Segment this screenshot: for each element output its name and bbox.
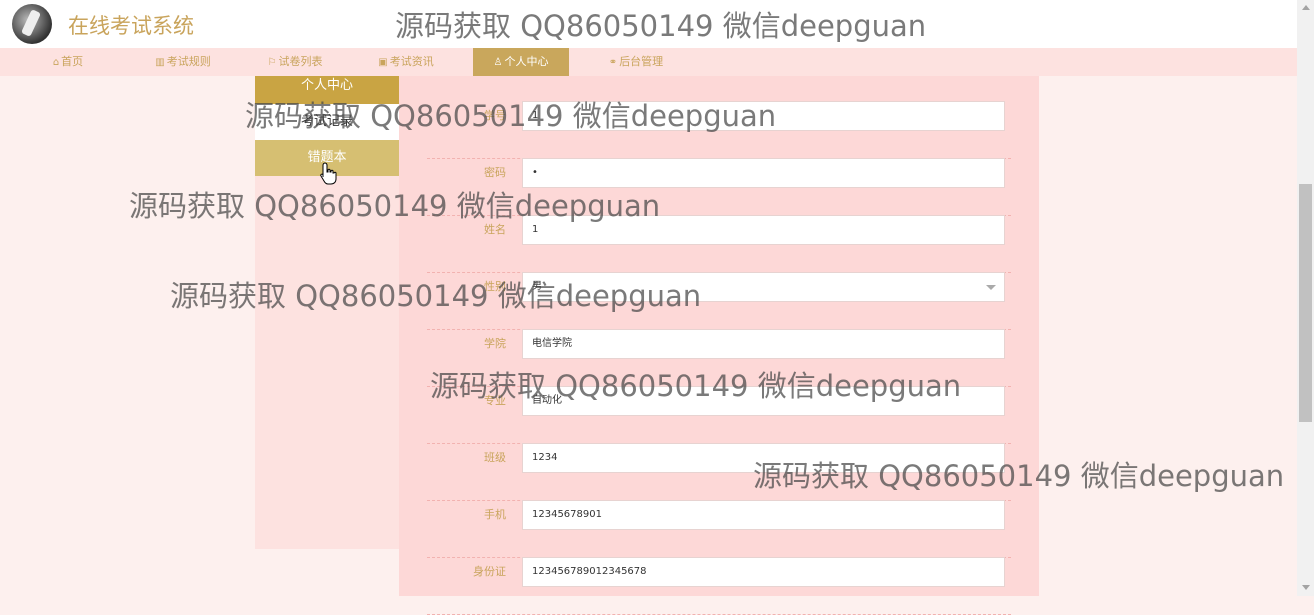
field-label: 班级 [484, 451, 506, 464]
field-label: 学号 [484, 109, 506, 122]
site-title: 在线考试系统 [68, 14, 194, 38]
nav-home[interactable]: ⌂ 首页 [45, 48, 91, 76]
sidebar: 个人中心 考试记录 错题本 [255, 76, 399, 549]
chevron-down-icon [986, 285, 996, 290]
nav-admin[interactable]: ⚭ 后台管理 [602, 48, 670, 76]
user-icon: ♙ [493, 57, 503, 68]
field-label: 手机 [484, 508, 506, 521]
nav-label: 考试资讯 [389, 55, 434, 68]
phone-input[interactable]: 12345678901 [522, 500, 1005, 530]
field-label: 姓名 [484, 223, 506, 236]
scroll-thumb[interactable] [1299, 184, 1312, 422]
field-label: 学院 [484, 337, 506, 350]
field-label: 专业 [484, 394, 506, 407]
id-card-input[interactable]: 123456789012345678 [522, 557, 1005, 587]
form-row-student-id: 学号 1 [427, 101, 1011, 159]
field-label: 身份证 [473, 565, 506, 578]
scroll-up-arrow-icon[interactable] [1302, 5, 1310, 10]
field-label: 性别 [484, 280, 506, 293]
nav-label: 首页 [61, 55, 84, 68]
home-icon: ⌂ [52, 57, 60, 68]
scroll-down-arrow-icon[interactable] [1302, 585, 1310, 590]
link-icon: ⚭ [608, 57, 618, 68]
form-row-major: 专业 自动化 [427, 386, 1011, 444]
form-row-gender: 性别 男 [427, 272, 1011, 330]
nav-exam-news[interactable]: ▣ 考试资讯 [373, 48, 439, 76]
scrollbar[interactable] [1297, 0, 1314, 596]
hand-cursor-icon [320, 162, 337, 185]
college-input[interactable]: 电信学院 [522, 329, 1005, 359]
student-id-input[interactable]: 1 [522, 101, 1005, 131]
logo [12, 4, 52, 44]
nav-paper-list[interactable]: ⚐ 试卷列表 [262, 48, 328, 76]
gender-value: 男 [532, 281, 542, 292]
form-row-password: 密码 • [427, 158, 1011, 216]
major-input[interactable]: 自动化 [522, 386, 1005, 416]
top-nav: ⌂ 首页 ▥ 考试规则 ⚐ 试卷列表 ▣ 考试资讯 ♙ 个人中心 ⚭ 后台管理 [0, 48, 1297, 76]
nav-label: 个人中心 [504, 55, 549, 68]
sidebar-item-exam-records[interactable]: 考试记录 [255, 104, 399, 140]
password-input[interactable]: • [522, 158, 1005, 188]
field-label: 密码 [484, 166, 506, 179]
profile-form: 学号 1 密码 • 姓名 1 性别 男 学院 电信学院 专业 自动化 班级 12… [399, 76, 1039, 615]
class-input[interactable]: 1234 [522, 443, 1005, 473]
nav-label: 考试规则 [166, 55, 211, 68]
nav-label: 试卷列表 [278, 55, 323, 68]
news-icon: ▣ [378, 57, 388, 68]
sidebar-title: 个人中心 [255, 76, 399, 104]
book-icon: ▥ [155, 57, 165, 68]
form-row-college: 学院 电信学院 [427, 329, 1011, 387]
nav-label: 后台管理 [619, 55, 664, 68]
nav-personal-center[interactable]: ♙ 个人中心 [473, 48, 569, 76]
gender-select[interactable]: 男 [522, 272, 1005, 302]
form-row-id-card: 身份证 123456789012345678 [427, 557, 1011, 615]
form-row-name: 姓名 1 [427, 215, 1011, 273]
nav-exam-rules[interactable]: ▥ 考试规则 [150, 48, 216, 76]
header: 在线考试系统 [0, 0, 1297, 48]
name-input[interactable]: 1 [522, 215, 1005, 245]
flag-icon: ⚐ [267, 57, 277, 68]
form-row-phone: 手机 12345678901 [427, 500, 1011, 558]
form-row-class: 班级 1234 [427, 443, 1011, 501]
